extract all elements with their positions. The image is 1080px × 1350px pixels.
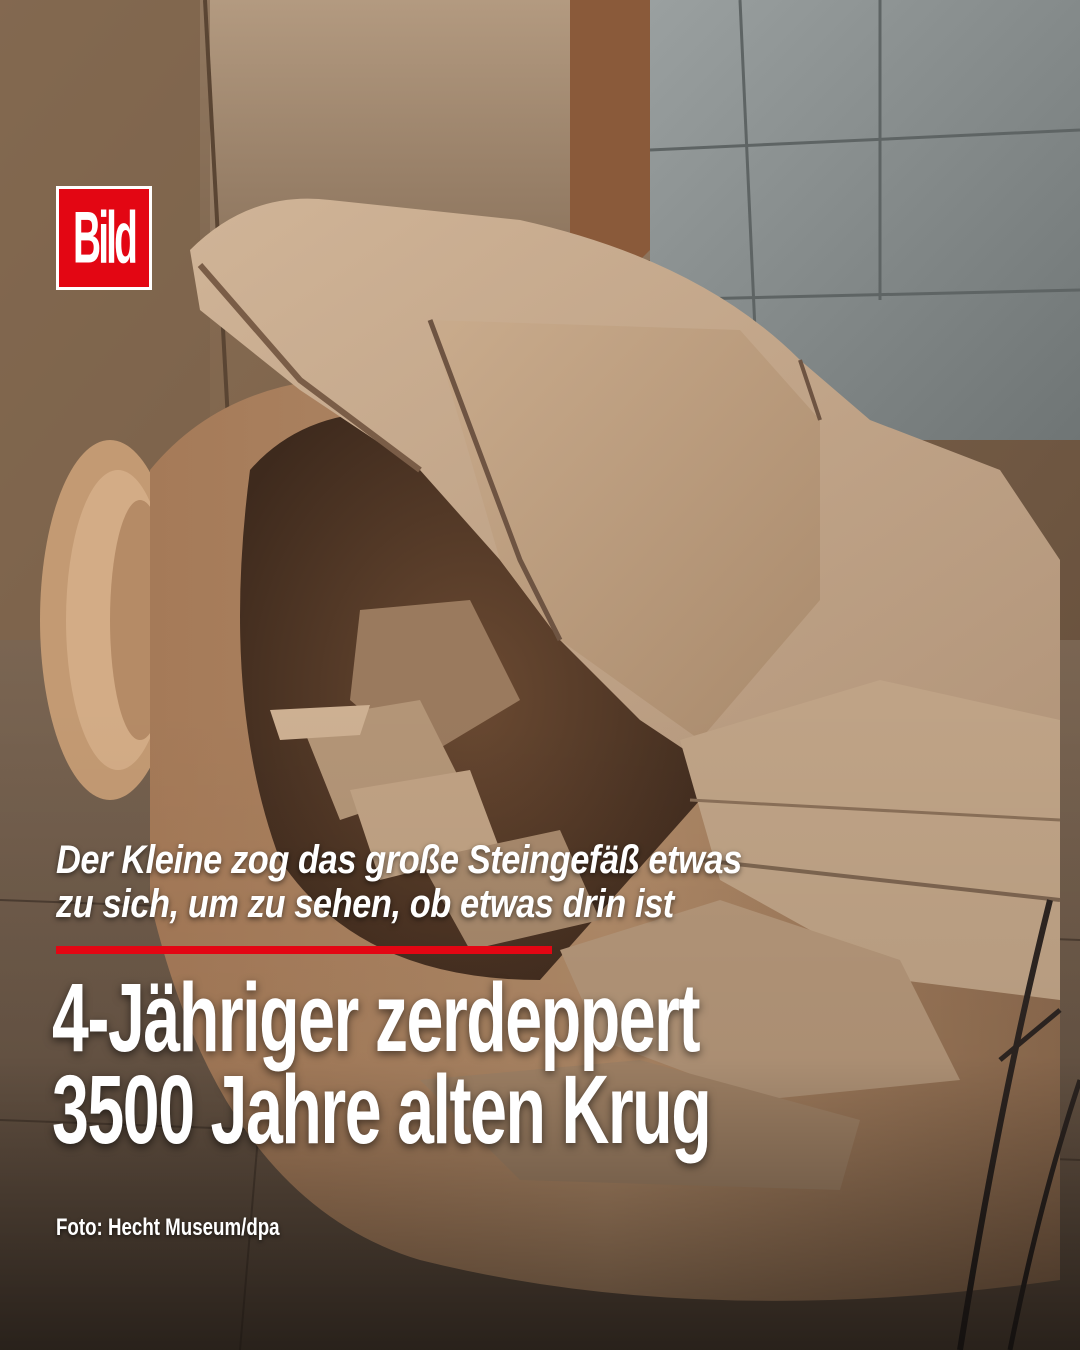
photo-credit: Foto: Hecht Museum/dpa — [56, 1214, 280, 1241]
subheadline-line-2: zu sich, um zu sehen, ob etwas drin ist — [56, 882, 674, 926]
subheadline-line-1: Der Kleine zog das große Steingefäß etwa… — [56, 838, 742, 882]
subheadline: Der Kleine zog das große Steingefäß etwa… — [56, 838, 956, 926]
headline-line-2: 3500 Jahre alten Krug — [52, 1055, 712, 1165]
headline-line-1: 4-Jähriger zerdeppert — [52, 963, 701, 1073]
post-card: Bild Der Kleine zog das große Steingefäß… — [0, 0, 1080, 1350]
bild-logo: Bild — [56, 186, 152, 290]
headline: 4-Jähriger zerdeppert 3500 Jahre alten K… — [52, 963, 1052, 1165]
accent-divider — [56, 946, 552, 954]
bild-logo-text: Bild — [73, 197, 138, 279]
